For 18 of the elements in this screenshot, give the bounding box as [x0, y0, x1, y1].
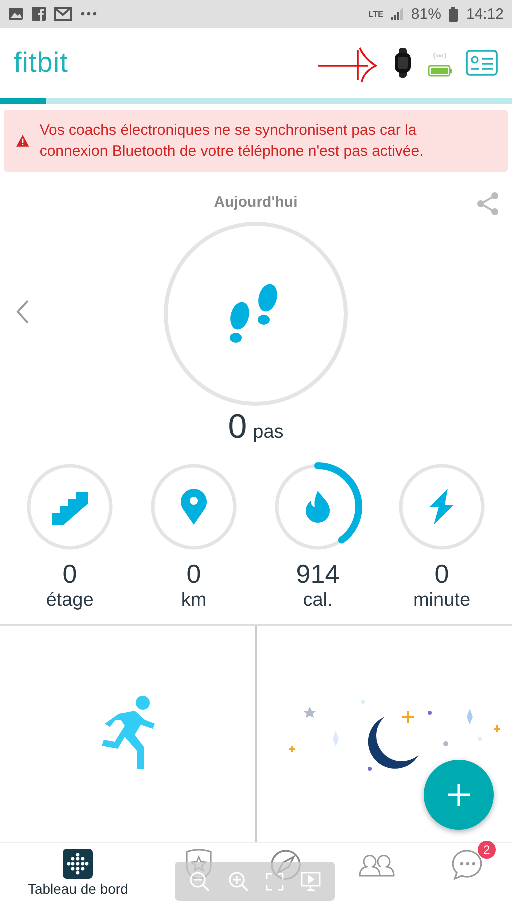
stat-unit: cal. [303, 590, 333, 612]
stat-value: 0 [186, 559, 202, 590]
stat-value: 914 [296, 559, 340, 590]
steps-unit: pas [253, 422, 284, 444]
stat-value: 0 [62, 559, 78, 590]
steps-count: 0 [228, 408, 248, 447]
notification-badge: 2 [478, 841, 496, 859]
stat-unit: km [181, 590, 207, 612]
alert-message: Vos coachs électroniques ne se synchronisent pas car la connexion Bluetooth de votre téléphone n'est pas activée. [40, 121, 425, 162]
network-label: LTE [368, 10, 384, 18]
battery-percent: 81% [411, 6, 442, 22]
fitbit-logo: fitbit [14, 47, 68, 79]
stat-unit: étage [46, 590, 94, 612]
stat-unit: minute [413, 590, 471, 612]
clock: 14:12 [466, 6, 504, 22]
date-title: Aujourd'hui [214, 194, 298, 211]
nav-tab[interactable]: Tableau de bord [28, 849, 128, 897]
stat-value: 0 [434, 559, 450, 590]
